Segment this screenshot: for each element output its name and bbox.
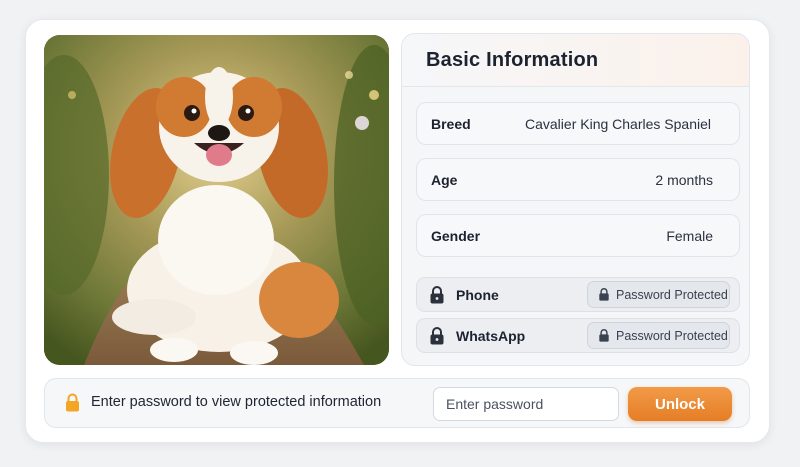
unlock-bar: Enter password to view protected informa… bbox=[44, 378, 750, 428]
phone-row: Phone Password Protected bbox=[416, 277, 740, 312]
password-input[interactable] bbox=[433, 387, 619, 421]
breed-value: Cavalier King Charles Spaniel bbox=[525, 115, 711, 132]
gender-value: Female bbox=[666, 227, 713, 244]
lock-icon bbox=[599, 329, 609, 342]
whatsapp-label: WhatsApp bbox=[456, 327, 526, 344]
basic-info-panel: Basic Information Breed Cavalier King Ch… bbox=[401, 33, 750, 366]
whatsapp-protected-badge[interactable]: Password Protected bbox=[587, 322, 730, 349]
basic-info-title: Basic Information bbox=[426, 49, 599, 71]
phone-protected-text: Password Protected bbox=[616, 287, 728, 302]
gender-label: Gender bbox=[431, 227, 481, 244]
phone-protected-badge[interactable]: Password Protected bbox=[587, 281, 730, 308]
dog-photo bbox=[44, 35, 389, 365]
age-value: 2 months bbox=[655, 171, 713, 188]
breed-row: Breed Cavalier King Charles Spaniel bbox=[416, 102, 740, 145]
age-label: Age bbox=[431, 171, 458, 188]
breed-label: Breed bbox=[431, 115, 471, 132]
lock-icon bbox=[430, 285, 444, 303]
lock-icon-gold bbox=[66, 393, 79, 412]
phone-label: Phone bbox=[456, 286, 499, 303]
whatsapp-protected-text: Password Protected bbox=[616, 328, 728, 343]
gender-row: Gender Female bbox=[416, 214, 740, 257]
unlock-message: Enter password to view protected informa… bbox=[91, 394, 382, 410]
unlock-button[interactable]: Unlock bbox=[628, 387, 732, 421]
age-row: Age 2 months bbox=[416, 158, 740, 201]
basic-info-header: Basic Information bbox=[402, 34, 749, 87]
lock-icon bbox=[430, 326, 444, 344]
lock-icon bbox=[599, 288, 609, 301]
whatsapp-row: WhatsApp Password Protected bbox=[416, 318, 740, 353]
